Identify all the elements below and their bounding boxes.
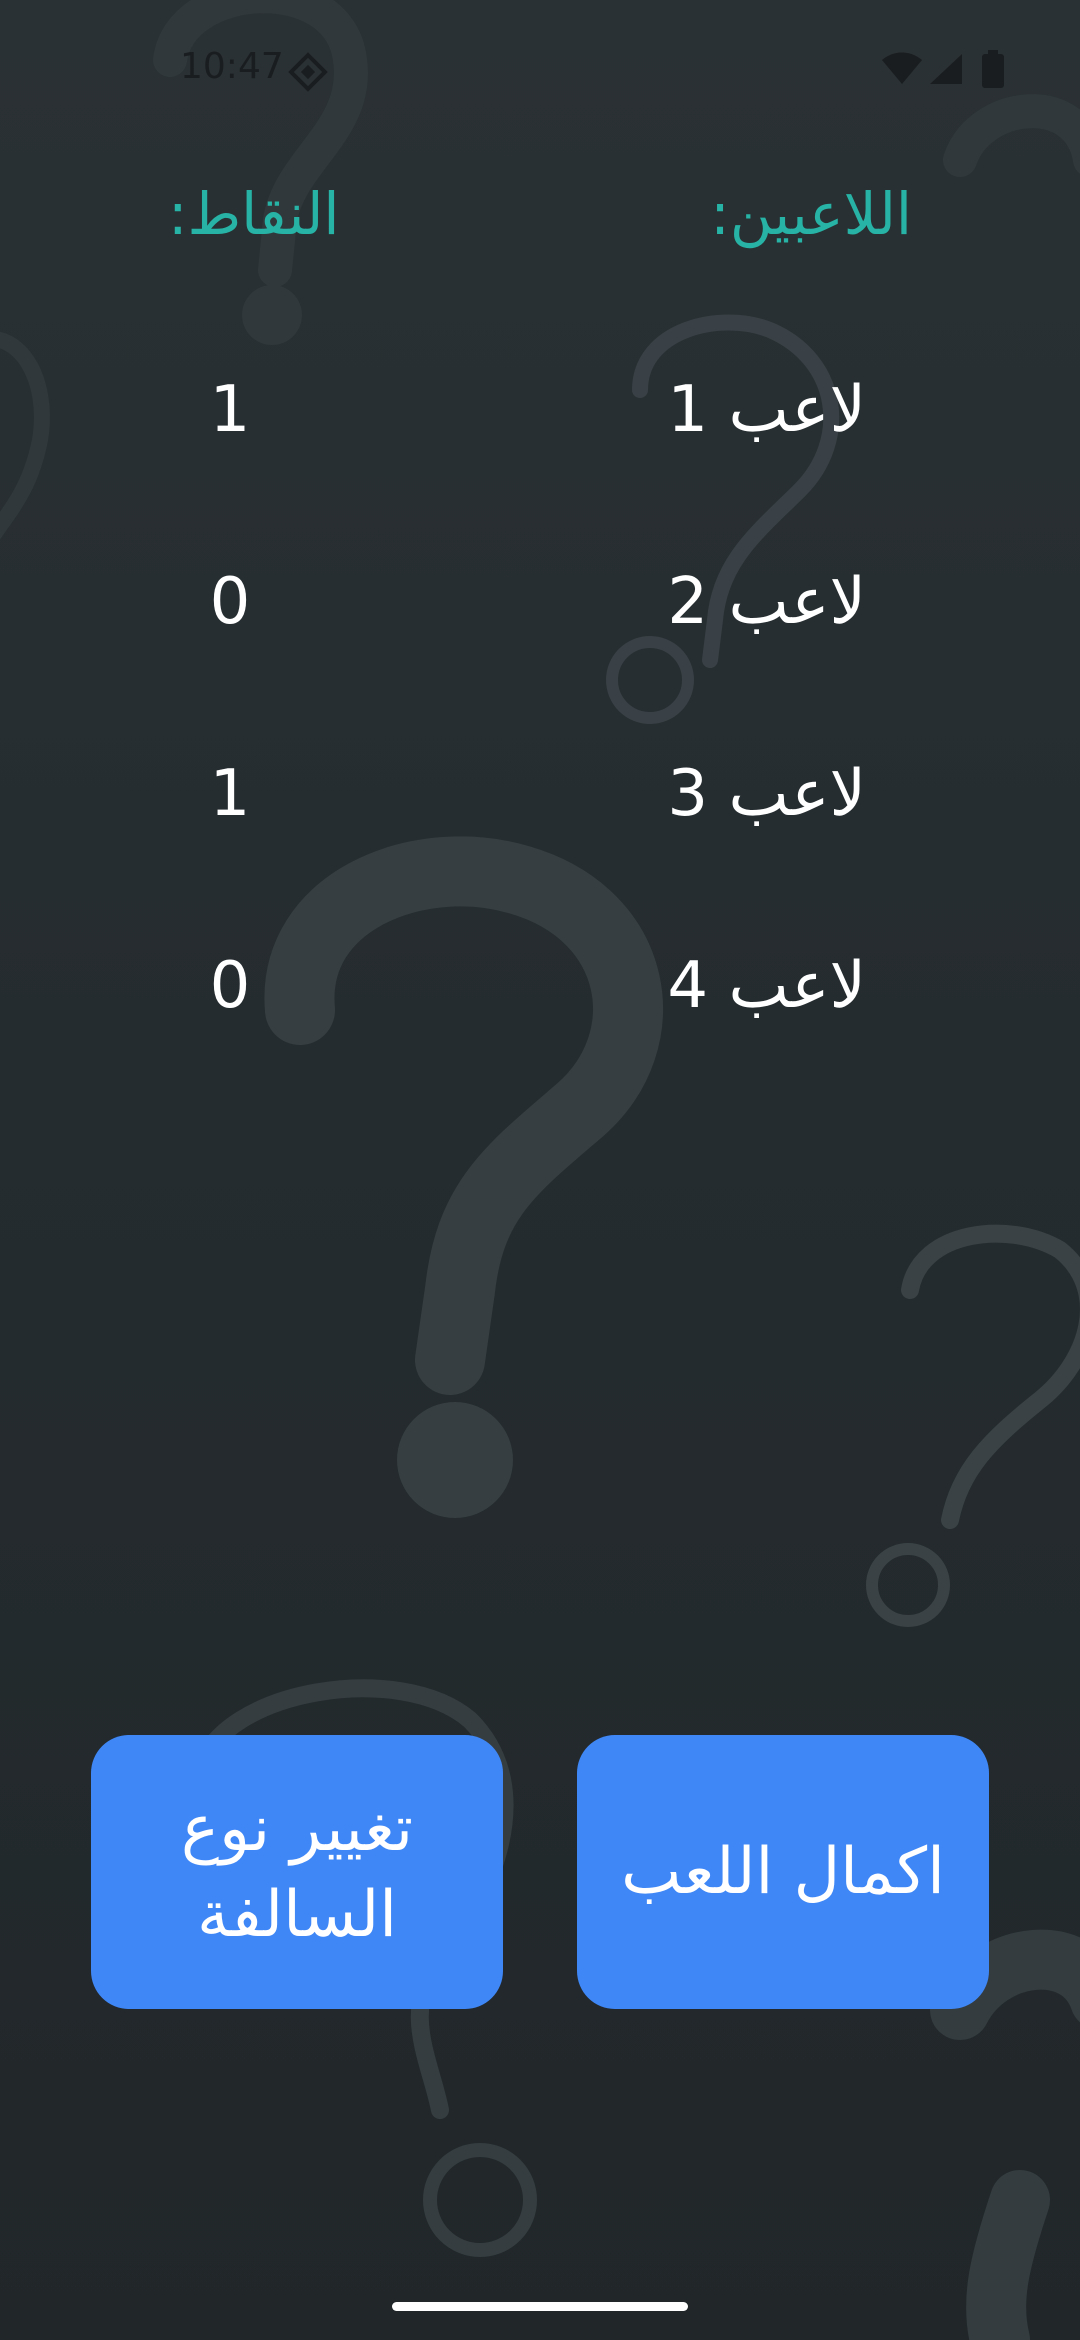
points-column-header: النقاط: (168, 180, 340, 248)
player-name: لاعب 4 (667, 949, 866, 1023)
status-bar: 10:47 (0, 0, 1080, 140)
scoreboard-screen: 10:47 اللاعبين: النقاط: لاعب 1 1 لاعب 2 … (0, 0, 1080, 2340)
wifi-icon (882, 52, 922, 84)
continue-game-label: اكمال اللعب (621, 1835, 945, 1909)
players-column-header: اللاعبين: (710, 180, 912, 248)
player-score: 1 (209, 757, 251, 831)
player-score: 1 (209, 373, 251, 447)
status-time: 10:47 (180, 46, 284, 87)
home-indicator[interactable] (392, 2302, 688, 2311)
player-score: 0 (209, 565, 251, 639)
change-category-label: تغيير نوع السالفة (180, 1792, 414, 1952)
player-name: لاعب 3 (667, 757, 866, 831)
player-row: لاعب 4 0 (0, 926, 1080, 1046)
continue-game-button[interactable]: اكمال اللعب (577, 1735, 989, 2009)
player-score: 0 (209, 949, 251, 1023)
location-diamond-icon (288, 52, 328, 92)
player-row: لاعب 1 1 (0, 350, 1080, 470)
battery-icon (982, 50, 1004, 88)
signal-icon (930, 54, 962, 84)
player-row: لاعب 2 0 (0, 542, 1080, 662)
player-name: لاعب 1 (667, 373, 866, 447)
player-name: لاعب 2 (667, 565, 866, 639)
change-category-button[interactable]: تغيير نوع السالفة (91, 1735, 503, 2009)
player-row: لاعب 3 1 (0, 734, 1080, 854)
